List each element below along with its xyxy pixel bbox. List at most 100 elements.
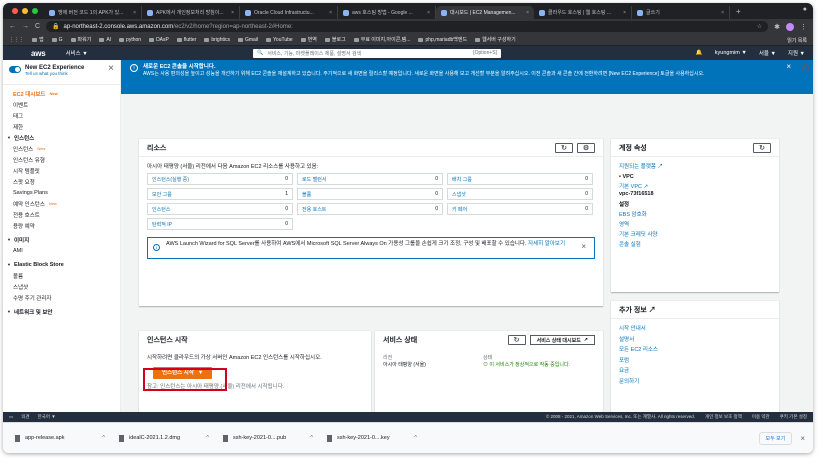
- new-tab-icon[interactable]: +: [730, 7, 747, 16]
- bookmark-item[interactable]: 번역: [300, 36, 317, 43]
- download-item[interactable]: ssh-key-2021-0....pub ^: [219, 429, 317, 447]
- maximize-window-icon[interactable]: [32, 8, 38, 14]
- bookmark-item[interactable]: Gmail: [237, 36, 258, 43]
- privacy-link[interactable]: 개인 정보 보호 정책: [705, 414, 742, 420]
- sidebar-item[interactable]: 인스턴스 New: [13, 143, 110, 154]
- resource-link[interactable]: 인스턴스(실행 중): [152, 176, 189, 183]
- download-item[interactable]: ssh-key-2021-0....key ^: [323, 429, 421, 447]
- address-bar[interactable]: 🔒 ap-northeast-2.console.aws.amazon.com /…: [46, 21, 769, 32]
- bell-icon[interactable]: 🔔: [696, 50, 703, 56]
- sidebar-item[interactable]: 볼륨: [13, 270, 110, 281]
- sidebar-item[interactable]: 용량 예약: [13, 220, 110, 231]
- browser-tab[interactable]: Oracle Cloud Infrastructu... ×: [240, 6, 338, 19]
- bookmark-item[interactable]: 파워기: [70, 36, 91, 43]
- services-menu[interactable]: 서비스 ▼: [66, 49, 88, 57]
- refresh-icon[interactable]: ↻: [507, 335, 526, 345]
- bookmark-item[interactable]: 웹서버 구성하기: [475, 36, 516, 43]
- resource-link[interactable]: 키 페어: [452, 206, 467, 213]
- sidebar-item[interactable]: 전용 호스트: [13, 209, 110, 220]
- bookmark-item[interactable]: DAsP: [149, 36, 169, 43]
- additional-info-link[interactable]: 설명서: [619, 335, 771, 346]
- supported-platforms-link[interactable]: 지원되는 플랫폼 ↗: [619, 162, 771, 172]
- bookmark-item[interactable]: YouTube: [266, 36, 293, 43]
- resource-link[interactable]: 볼륨: [302, 191, 311, 198]
- close-sidebar-icon[interactable]: ×: [108, 64, 114, 74]
- alert-close-icon[interactable]: ×: [581, 243, 586, 251]
- language-select[interactable]: 한국어 ▼: [38, 414, 56, 420]
- bookmark-item[interactable]: flutter: [176, 36, 196, 43]
- sidebar-item[interactable]: EC2 대시보드 New: [13, 88, 110, 99]
- window-controls[interactable]: [6, 8, 44, 14]
- account-setting-link[interactable]: 기본 크레딧 사양: [619, 230, 771, 240]
- sidebar-section[interactable]: ▼ 네트워크 및 보안: [7, 306, 110, 317]
- sidebar-item[interactable]: Savings Plans: [13, 187, 110, 198]
- refresh-icon[interactable]: ↻: [555, 142, 573, 153]
- back-icon[interactable]: ←: [9, 23, 16, 30]
- chevron-up-icon[interactable]: ^: [310, 435, 313, 441]
- sidebar-item[interactable]: 수명 주기 관리자: [13, 292, 110, 303]
- tab-close-icon[interactable]: ×: [721, 10, 724, 16]
- close-window-icon[interactable]: [12, 8, 18, 14]
- profile-avatar[interactable]: [786, 22, 794, 31]
- additional-info-link[interactable]: 모든 EC2 리소스: [619, 345, 771, 356]
- apps-grid-icon[interactable]: ⋮⋮⋮: [9, 37, 24, 43]
- additional-info-link[interactable]: 문의하기: [619, 377, 771, 388]
- browser-tab[interactable]: 대시보드 | EC2 Managemen... ×: [436, 6, 534, 19]
- new-experience-toggle[interactable]: [9, 66, 21, 73]
- sidebar-item[interactable]: 인스턴스 유형: [13, 154, 110, 165]
- sidebar-item[interactable]: 태그: [13, 110, 110, 121]
- menu-icon[interactable]: ⋮: [800, 23, 807, 31]
- sidebar-section[interactable]: ▼ 이미지: [7, 234, 110, 245]
- resource-link[interactable]: 인스턴스: [152, 206, 170, 213]
- bookmark-item[interactable]: python: [119, 36, 141, 43]
- tab-close-icon[interactable]: ×: [526, 10, 529, 16]
- aws-logo[interactable]: aws: [31, 49, 46, 58]
- resource-link[interactable]: 보안 그룹: [152, 191, 172, 198]
- resource-link[interactable]: 배치 그룹: [452, 176, 472, 183]
- aws-search-input[interactable]: 🔍 서비스, 기능, 마켓플레이스 제품, 설명서 검색 [Option+S]: [253, 48, 501, 58]
- tab-close-icon[interactable]: ×: [133, 10, 136, 16]
- bookmark-item[interactable]: G: [51, 36, 63, 43]
- account-setting-link[interactable]: EBS 암호화: [619, 210, 771, 220]
- tab-close-icon[interactable]: ×: [623, 10, 626, 16]
- browser-tab[interactable]: 글쓰기 ×: [632, 6, 730, 19]
- feedback-icon[interactable]: ▭: [9, 414, 13, 420]
- bookmark-item[interactable]: php,mariadb백엔드: [418, 36, 467, 43]
- learn-more-link[interactable]: 자세히 알아보기: [528, 241, 565, 247]
- settings-gear-icon[interactable]: ⚙: [577, 142, 595, 153]
- download-item[interactable]: idealC-2021.1.2.dmg ^: [115, 429, 213, 447]
- forward-icon[interactable]: →: [22, 23, 29, 30]
- sidebar-item[interactable]: 제한: [13, 121, 110, 132]
- tab-menu-icon[interactable]: ●: [803, 6, 807, 13]
- terms-link[interactable]: 이용 약관: [752, 414, 770, 420]
- resource-link[interactable]: 스냅샷: [452, 191, 466, 198]
- sidebar-item[interactable]: 예약 인스턴스 New: [13, 198, 110, 209]
- bookmark-item[interactable]: AI: [99, 36, 111, 43]
- tab-close-icon[interactable]: ×: [329, 10, 332, 16]
- sidebar-item[interactable]: 스냅샷: [13, 281, 110, 292]
- reload-icon[interactable]: C: [35, 23, 40, 30]
- user-menu[interactable]: kyungmim ▼: [715, 50, 747, 56]
- bookmark-item[interactable]: 무료 이미지,아이콘,템...: [353, 36, 410, 43]
- sidebar-section[interactable]: ▼ Elastic Block Store: [7, 259, 110, 270]
- chevron-up-icon[interactable]: ^: [206, 435, 209, 441]
- resource-link[interactable]: 탄력적 IP: [152, 221, 172, 228]
- browser-tab[interactable]: 클라우드 호스팅 | 웹 호스팅 ... ×: [534, 6, 632, 19]
- bookmark-star-icon[interactable]: ☆: [757, 23, 762, 30]
- sidebar-item[interactable]: 시작 템플릿: [13, 165, 110, 176]
- region-menu[interactable]: 서울 ▼: [759, 49, 776, 57]
- download-item[interactable]: app-release.apk ^: [11, 429, 109, 447]
- banner-close-icon[interactable]: ×: [786, 63, 791, 71]
- feedback-link[interactable]: 의견: [21, 414, 29, 420]
- minimize-window-icon[interactable]: [22, 8, 28, 14]
- extension-icon[interactable]: ✱: [774, 23, 780, 31]
- close-downloads-icon[interactable]: ×: [800, 434, 805, 443]
- sidebar-item[interactable]: 스팟 요청: [13, 176, 110, 187]
- sidebar-item[interactable]: AMI: [13, 245, 110, 256]
- bookmark-item[interactable]: 앱: [32, 36, 44, 43]
- additional-info-link[interactable]: 시작 안내서: [619, 324, 771, 335]
- bookmark-item[interactable]: 블로그: [324, 36, 346, 43]
- refresh-icon[interactable]: ↻: [753, 142, 771, 153]
- sidebar-item[interactable]: 이벤트: [13, 99, 110, 110]
- browser-tab[interactable]: 맹애 버전 코드 1의 APK가 있... ×: [44, 6, 142, 19]
